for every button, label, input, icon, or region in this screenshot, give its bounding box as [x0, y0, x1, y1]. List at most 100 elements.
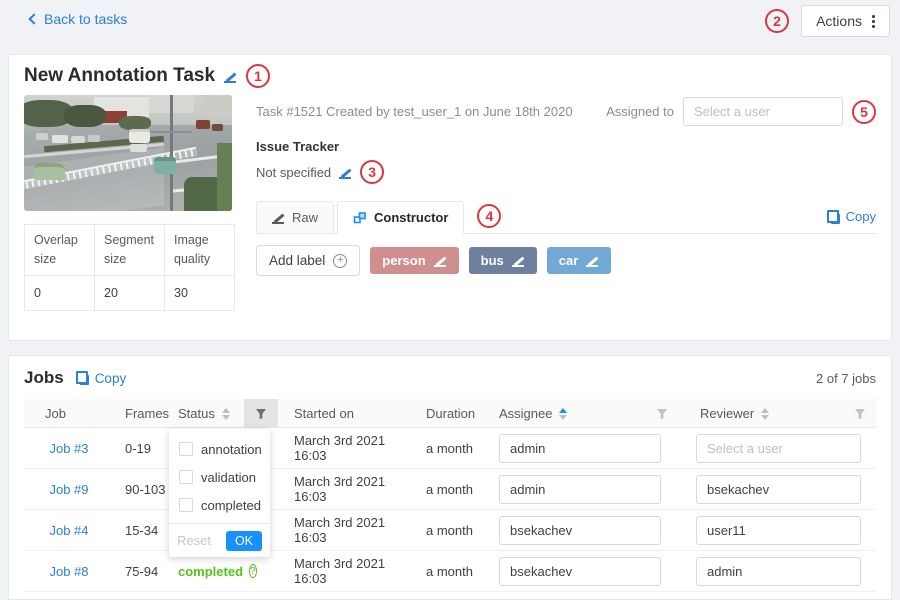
- caret-down-icon: [559, 415, 567, 420]
- column-header-assignee[interactable]: Assignee: [490, 399, 686, 428]
- task-title: New Annotation Task: [24, 65, 215, 87]
- labels-tabbar: Raw Constructor 4 Copy: [256, 197, 876, 234]
- annotation-number: 5: [860, 104, 868, 120]
- annotation-circle-4: 4: [477, 204, 501, 228]
- job-assignee-input[interactable]: [499, 557, 661, 586]
- annotation-circle-5: 5: [852, 100, 876, 124]
- filter-ok-button[interactable]: OK: [226, 531, 262, 551]
- issue-tracker-label: Issue Tracker: [256, 139, 876, 154]
- job-reviewer-input[interactable]: [696, 557, 861, 586]
- edit-task-name-icon[interactable]: [224, 70, 237, 83]
- add-label-text: Add label: [269, 253, 325, 268]
- duration-cell: a month: [418, 523, 490, 538]
- param-value-segment: 20: [95, 275, 165, 310]
- filter-option-label: annotation: [201, 442, 262, 457]
- filter-option-completed[interactable]: completed: [169, 491, 270, 519]
- job-link[interactable]: Job #9: [49, 482, 88, 497]
- more-vertical-icon: [872, 20, 875, 23]
- assignee-filter-icon[interactable]: [656, 408, 668, 420]
- filter-reset-button[interactable]: Reset: [177, 533, 211, 548]
- copy-icon: [76, 371, 89, 385]
- caret-up-icon: [761, 408, 769, 413]
- jobs-title: Jobs: [24, 368, 64, 388]
- sort-icon-reviewer[interactable]: [761, 408, 769, 420]
- jobs-table: Job Frames Status Started on: [24, 399, 876, 592]
- param-value-quality: 30: [165, 275, 235, 310]
- actions-button[interactable]: Actions: [801, 5, 890, 37]
- param-header-overlap: Overlap size: [25, 225, 95, 276]
- job-reviewer-input[interactable]: [696, 434, 861, 463]
- task-assignee-input[interactable]: [683, 97, 843, 126]
- add-label-button[interactable]: Add label +: [256, 245, 360, 276]
- job-assignee-input[interactable]: [499, 516, 661, 545]
- job-reviewer-input[interactable]: [696, 475, 861, 504]
- started-cell: March 3rd 2021 16:03: [278, 433, 418, 463]
- issue-tracker-row: Not specified 3: [256, 160, 876, 184]
- question-circle-icon[interactable]: ?: [249, 564, 257, 578]
- label-name: person: [382, 253, 425, 268]
- task-meta-row: Task #1521 Created by test_user_1 on Jun…: [256, 97, 876, 126]
- copy-labels-link[interactable]: Copy: [827, 209, 876, 224]
- column-header-reviewer[interactable]: Reviewer: [686, 399, 876, 428]
- frames-cell: 0-19: [114, 441, 172, 456]
- sort-icon-status[interactable]: [222, 408, 230, 420]
- job-reviewer-input[interactable]: [696, 516, 861, 545]
- jobs-header: Jobs Copy 2 of 7 jobs: [24, 368, 876, 388]
- edit-issue-tracker-icon[interactable]: [339, 166, 352, 179]
- sort-icon-assignee[interactable]: [559, 408, 567, 420]
- param-header-quality: Image quality: [165, 225, 235, 276]
- job-assignee-input[interactable]: [499, 434, 661, 463]
- annotation-circle-1: 1: [246, 64, 270, 88]
- frames-cell: 75-94: [114, 564, 172, 579]
- issue-tracker-value: Not specified: [256, 165, 331, 180]
- annotation-circle-3: 3: [360, 160, 384, 184]
- caret-up-icon: [559, 408, 567, 413]
- duration-cell: a month: [418, 482, 490, 497]
- job-link[interactable]: Job #4: [49, 523, 88, 538]
- filter-option-validation[interactable]: validation: [169, 463, 270, 491]
- caret-down-icon: [222, 415, 230, 420]
- job-link[interactable]: Job #8: [49, 564, 88, 579]
- status-cell: completed ?: [172, 564, 244, 579]
- annotation-number: 2: [773, 13, 781, 29]
- annotation-number: 3: [368, 164, 376, 180]
- filter-footer: Reset OK: [169, 523, 270, 557]
- task-details-card: New Annotation Task 1: [8, 54, 892, 341]
- jobs-card: Jobs Copy 2 of 7 jobs Job Frames Status: [8, 355, 892, 600]
- task-title-row: New Annotation Task 1: [24, 64, 270, 88]
- checkbox-icon[interactable]: [179, 498, 193, 512]
- checkbox-icon[interactable]: [179, 470, 193, 484]
- back-to-tasks-link[interactable]: Back to tasks: [30, 11, 127, 27]
- label-chip-bus[interactable]: bus: [469, 247, 537, 274]
- labels-row: Add label + person bus car: [256, 245, 876, 276]
- reviewer-filter-icon[interactable]: [854, 408, 866, 420]
- filter-option-annotation[interactable]: annotation: [169, 435, 270, 463]
- job-link[interactable]: Job #3: [49, 441, 88, 456]
- edit-label-icon[interactable]: [586, 254, 599, 267]
- actions-label: Actions: [816, 13, 862, 29]
- tab-constructor[interactable]: Constructor: [337, 201, 464, 234]
- copy-jobs-link[interactable]: Copy: [76, 371, 127, 386]
- caret-up-icon: [222, 408, 230, 413]
- tab-raw[interactable]: Raw: [256, 201, 334, 234]
- column-header-started: Started on: [278, 399, 418, 428]
- job-assignee-input[interactable]: [499, 475, 661, 504]
- filter-option-label: validation: [201, 470, 256, 485]
- column-header-frames: Frames: [114, 399, 172, 428]
- filter-icon: [255, 408, 267, 420]
- column-header-status[interactable]: Status: [172, 399, 244, 428]
- edit-label-icon[interactable]: [434, 254, 447, 267]
- job-row: Job #9 90-103 March 3rd 2021 16:03 a mon…: [24, 469, 876, 510]
- edit-label-icon[interactable]: [512, 254, 525, 267]
- assigned-to-label: Assigned to: [606, 104, 674, 119]
- label-chip-person[interactable]: person: [370, 247, 458, 274]
- status-filter-trigger[interactable]: [244, 399, 278, 428]
- duration-cell: a month: [418, 441, 490, 456]
- annotation-number: 4: [486, 208, 494, 224]
- task-preview-image: [24, 95, 232, 211]
- started-cell: March 3rd 2021 16:03: [278, 556, 418, 586]
- task-info-column: Task #1521 Created by test_user_1 on Jun…: [256, 97, 876, 276]
- label-chip-car[interactable]: car: [547, 247, 612, 274]
- job-row: Job #3 0-19 March 3rd 2021 16:03 a month: [24, 428, 876, 469]
- checkbox-icon[interactable]: [179, 442, 193, 456]
